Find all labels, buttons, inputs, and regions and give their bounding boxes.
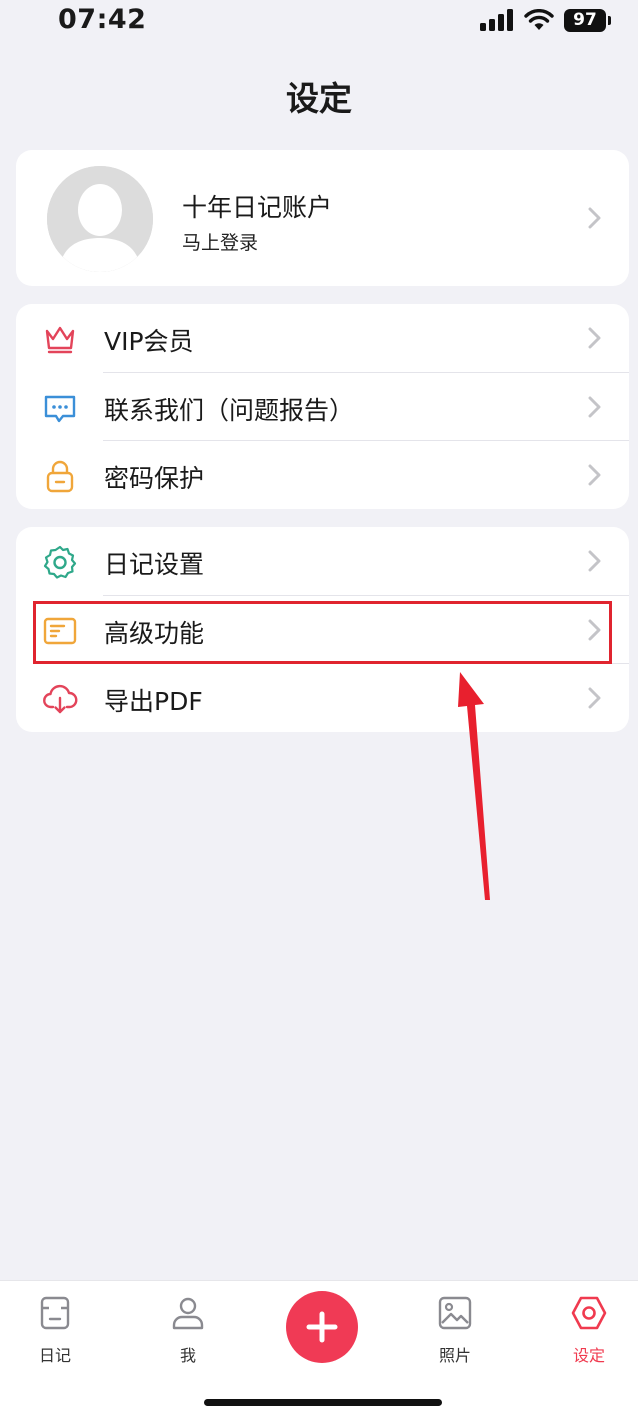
page-title: 设定 [286, 79, 352, 118]
add-entry-button[interactable] [286, 1291, 358, 1363]
home-indicator [204, 1399, 442, 1406]
password-protection-row[interactable]: 密码保护 [16, 441, 629, 509]
annotation-arrow [458, 672, 490, 900]
vip-member-row[interactable]: VIP会员 [16, 304, 629, 372]
diary-icon [37, 1295, 73, 1331]
tab-diary[interactable]: 日记 [15, 1281, 95, 1371]
chevron-right-icon [583, 687, 605, 709]
plus-icon [306, 1311, 338, 1343]
avatar [47, 166, 153, 272]
tab-photos-label: 照片 [438, 1346, 471, 1365]
settings-group-account: VIP会员 联系我们（问题报告） 密码保护 [16, 304, 629, 509]
tab-bar: 日记 我 照片 设定 [0, 1280, 638, 1410]
tab-diary-label: 日记 [38, 1346, 71, 1365]
wifi-icon [524, 9, 554, 30]
battery-indicator: 97 [564, 8, 611, 32]
tab-me-label: 我 [179, 1346, 196, 1365]
contact-us-row[interactable]: 联系我们（问题报告） [16, 373, 629, 441]
lock-icon [42, 458, 78, 494]
profile-card[interactable]: 十年日记账户 马上登录 [16, 150, 629, 286]
status-time: 07:42 [58, 4, 147, 35]
diary-settings-row[interactable]: 日记设置 [16, 527, 629, 595]
person-icon [170, 1295, 206, 1331]
tab-settings-label: 设定 [572, 1346, 605, 1365]
vip-member-label: VIP会员 [104, 327, 194, 356]
person-silhouette-icon [47, 166, 153, 272]
photo-icon [437, 1295, 473, 1331]
crown-icon [42, 321, 78, 357]
chevron-right-icon [583, 207, 605, 229]
profile-name: 十年日记账户 [182, 193, 333, 222]
contact-us-label: 联系我们（问题报告） [104, 396, 355, 425]
export-pdf-label: 导出PDF [104, 687, 203, 716]
gear-icon [42, 544, 78, 580]
tab-photos[interactable]: 照片 [415, 1281, 495, 1371]
status-icons: 97 [480, 8, 611, 32]
status-bar: 07:42 97 [0, 0, 638, 44]
chevron-right-icon [583, 327, 605, 349]
settings-hex-icon [571, 1295, 607, 1331]
signal-icon [480, 9, 513, 31]
cloud-download-icon [42, 681, 78, 717]
profile-login-link[interactable]: 马上登录 [182, 228, 258, 255]
highlight-box [33, 601, 612, 664]
chevron-right-icon [583, 550, 605, 572]
password-protection-label: 密码保护 [104, 464, 205, 493]
message-icon [42, 390, 78, 426]
tab-settings[interactable]: 设定 [549, 1281, 629, 1371]
chevron-right-icon [583, 396, 605, 418]
tab-me[interactable]: 我 [148, 1281, 228, 1371]
export-pdf-row[interactable]: 导出PDF [16, 664, 629, 732]
chevron-right-icon [583, 464, 605, 486]
diary-settings-label: 日记设置 [104, 550, 205, 579]
